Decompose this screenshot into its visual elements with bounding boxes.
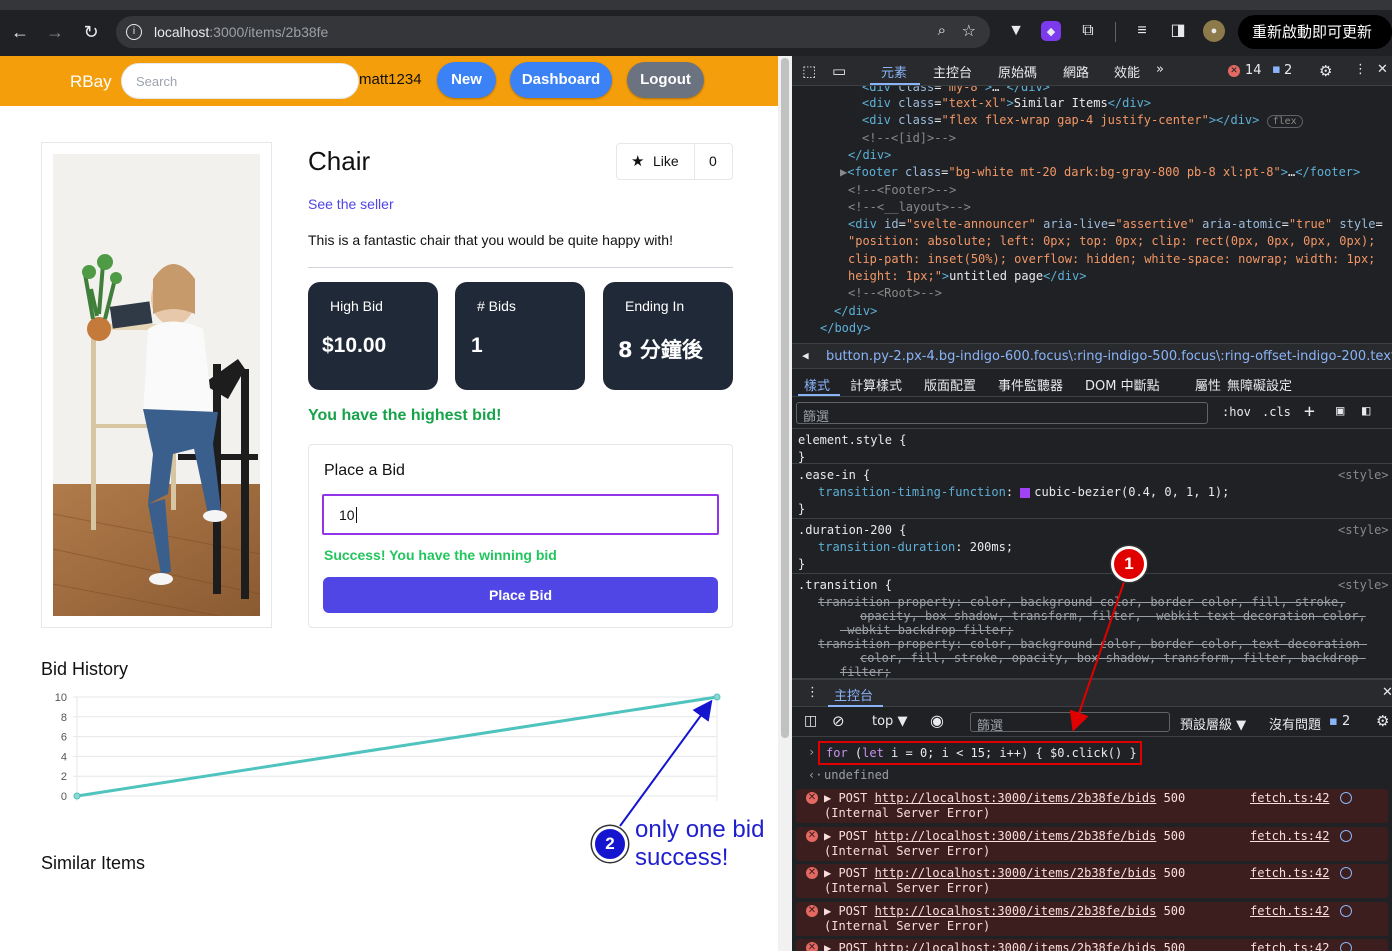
annotation-note-line: only one bid	[635, 816, 765, 843]
annotation-arrow-2	[619, 699, 713, 827]
annotation-overlay	[619, 581, 1125, 827]
screen: ← → ↻ i localhost:3000/items/2b38fe ⌕ ☆ …	[0, 0, 1392, 951]
annotation-note: only one bid success!	[635, 816, 764, 872]
annotation-badge-2: 2	[592, 826, 628, 862]
annotation-badge-1: 1	[1111, 546, 1147, 582]
annotation-arrow-1	[1069, 581, 1125, 732]
annotation-note-line: success!	[635, 844, 729, 871]
